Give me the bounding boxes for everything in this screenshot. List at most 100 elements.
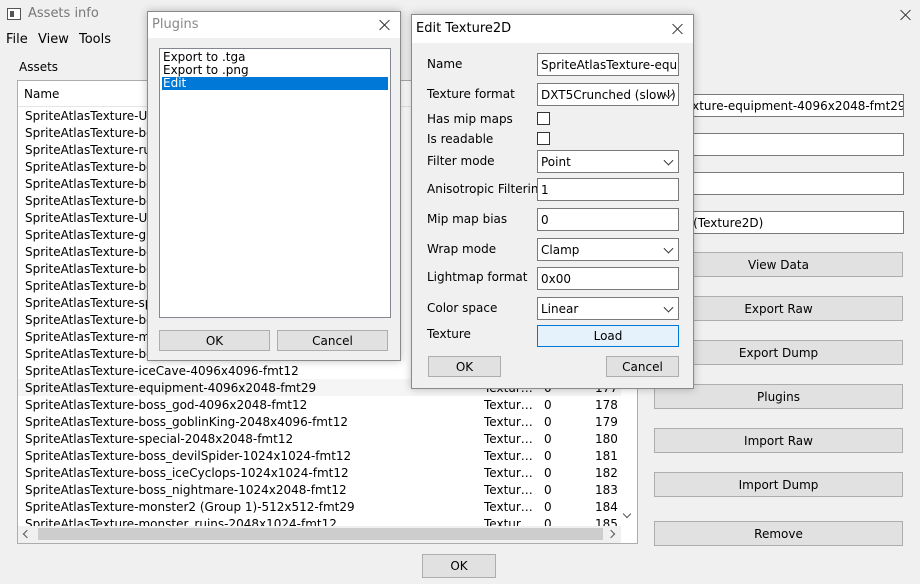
- chevron-down-icon: [663, 243, 674, 254]
- menu-file[interactable]: File: [6, 32, 28, 47]
- assets-label: Assets: [19, 60, 59, 74]
- texture-format-select[interactable]: DXT5Crunched (slow!): [537, 83, 679, 106]
- asset-type-cell: Textur…: [484, 465, 533, 480]
- asset-type-cell: Textur…: [484, 516, 533, 527]
- table-row[interactable]: SpriteAtlasTexture-monster2 (Group 1)-51…: [18, 498, 621, 515]
- asset-pathid-cell: 179: [595, 414, 618, 429]
- load-texture-button[interactable]: Load: [537, 325, 679, 347]
- plugins-dialog-titlebar: Plugins: [148, 12, 400, 38]
- asset-type-cell: Textur…: [484, 482, 533, 497]
- asset-name-cell: SpriteAtlasTexture-iceCave-4096x4096-fmt…: [25, 363, 299, 378]
- asset-name-cell: SpriteAtlasTexture-special-2048x2048-fmt…: [25, 431, 294, 446]
- color-space-select[interactable]: Linear: [537, 297, 679, 320]
- import-raw-button[interactable]: Import Raw: [654, 428, 903, 453]
- asset-type-cell: Textur…: [484, 414, 533, 429]
- asset-pathid-cell: 184: [595, 499, 618, 514]
- color-space-value: Linear: [541, 301, 579, 316]
- asset-pathid-cell: 180: [595, 431, 618, 446]
- asset-name-cell: SpriteAtlasTexture-boss_iceCyclops-1024x…: [25, 465, 349, 480]
- lightmap-format-label: Lightmap format: [427, 270, 528, 284]
- mip-map-bias-input[interactable]: 0: [537, 208, 679, 231]
- column-header-name[interactable]: Name: [24, 87, 59, 101]
- scroll-down-icon[interactable]: [622, 509, 632, 520]
- app-icon: [7, 8, 21, 20]
- edit-dialog-title: Edit Texture2D: [416, 21, 512, 36]
- filter-mode-value: Point: [541, 154, 571, 169]
- plugins-list[interactable]: Export to .tga Export to .png Edit: [159, 48, 391, 318]
- horizontal-scrollbar[interactable]: [18, 526, 621, 543]
- scroll-right-icon[interactable]: [606, 529, 616, 539]
- table-row[interactable]: SpriteAtlasTexture-boss_devilSpider-1024…: [18, 447, 621, 464]
- remove-button[interactable]: Remove: [654, 521, 903, 546]
- plugins-dialog-title: Plugins: [152, 17, 199, 32]
- main-ok-button[interactable]: OK: [422, 554, 496, 578]
- asset-file-cell: 0: [544, 465, 552, 480]
- asset-type-cell: Textur…: [484, 499, 533, 514]
- asset-type-cell: Textur…: [484, 431, 533, 446]
- window-close-icon[interactable]: [900, 9, 912, 21]
- plugins-cancel-button[interactable]: Cancel: [277, 330, 388, 351]
- table-row[interactable]: SpriteAtlasTexture-boss_goblinKing-2048x…: [18, 413, 621, 430]
- plugins-close-icon[interactable]: [379, 19, 391, 31]
- asset-file-cell: 0: [544, 414, 552, 429]
- asset-name-cell: SpriteAtlasTexture-equipment-4096x2048-f…: [25, 380, 317, 395]
- table-row[interactable]: SpriteAtlasTexture-boss_nightmare-1024x2…: [18, 481, 621, 498]
- table-row[interactable]: SpriteAtlasTexture-special-2048x2048-fmt…: [18, 430, 621, 447]
- plugin-item-label: Export to .tga: [163, 50, 246, 64]
- edit-close-icon[interactable]: [672, 23, 684, 35]
- color-space-label: Color space: [427, 301, 498, 315]
- asset-file-cell: 0: [544, 397, 552, 412]
- menu-view[interactable]: View: [38, 32, 69, 47]
- asset-pathid-cell: 185: [595, 516, 618, 527]
- has-mip-maps-checkbox[interactable]: [537, 112, 550, 125]
- anisotropic-label: Anisotropic Filtering: [427, 182, 547, 196]
- anisotropic-input[interactable]: 1: [537, 178, 679, 201]
- filter-mode-label: Filter mode: [427, 154, 495, 168]
- edit-cancel-button[interactable]: Cancel: [606, 356, 679, 377]
- plugin-item-selected[interactable]: Edit: [162, 76, 388, 90]
- asset-pathid-cell: 183: [595, 482, 618, 497]
- table-row[interactable]: SpriteAtlasTexture-boss_iceCyclops-1024x…: [18, 464, 621, 481]
- plugin-item-label: Export to .png: [163, 63, 249, 77]
- edit-ok-button[interactable]: OK: [428, 356, 501, 377]
- asset-pathid-cell: 182: [595, 465, 618, 480]
- asset-file-cell: 0: [544, 431, 552, 446]
- wrap-mode-value: Clamp: [541, 242, 580, 257]
- plugins-ok-button[interactable]: OK: [159, 330, 270, 351]
- window-title: Assets info: [28, 6, 99, 21]
- wrap-mode-label: Wrap mode: [427, 242, 497, 256]
- name-label: Name: [427, 57, 463, 71]
- chevron-down-icon: [663, 155, 674, 166]
- scrollbar-thumb[interactable]: [38, 528, 603, 540]
- edit-texture-dialog: Edit Texture2D Name SpriteAtlasTexture-e…: [411, 14, 694, 389]
- plugin-item[interactable]: Export to .png: [162, 63, 388, 77]
- is-readable-checkbox[interactable]: [537, 132, 550, 145]
- asset-file-cell: 0: [544, 448, 552, 463]
- asset-name-cell: SpriteAtlasTexture-monster2 (Group 1)-51…: [25, 499, 355, 514]
- wrap-mode-select[interactable]: Clamp: [537, 238, 679, 261]
- texture-format-label: Texture format: [427, 87, 515, 101]
- asset-type-cell: Textur…: [484, 448, 533, 463]
- mip-map-bias-label: Mip map bias: [427, 212, 508, 226]
- asset-file-cell: 0: [544, 499, 552, 514]
- chevron-down-icon: [663, 302, 674, 313]
- filter-mode-select[interactable]: Point: [537, 150, 679, 173]
- plugins-dialog: Plugins Export to .tga Export to .png Ed…: [147, 11, 401, 361]
- texture-name-input[interactable]: SpriteAtlasTexture-equipment-4096x2048-f…: [537, 53, 679, 76]
- lightmap-format-input[interactable]: 0x00: [537, 267, 679, 290]
- scroll-left-icon[interactable]: [22, 529, 32, 539]
- table-row[interactable]: SpriteAtlasTexture-boss_god-4096x2048-fm…: [18, 396, 621, 413]
- texture-label: Texture: [427, 327, 471, 341]
- has-mip-maps-label: Has mip maps: [427, 112, 513, 126]
- plugin-item-label: Edit: [163, 76, 187, 90]
- import-dump-button[interactable]: Import Dump: [654, 472, 903, 497]
- asset-name-cell: SpriteAtlasTexture-monster_ruins-2048x10…: [25, 516, 337, 527]
- asset-name-cell: SpriteAtlasTexture-boss_goblinKing-2048x…: [25, 414, 348, 429]
- asset-pathid-cell: 181: [595, 448, 618, 463]
- edit-dialog-titlebar: Edit Texture2D: [412, 15, 693, 43]
- table-row[interactable]: SpriteAtlasTexture-monster_ruins-2048x10…: [18, 515, 621, 527]
- asset-pathid-cell: 178: [595, 397, 618, 412]
- menu-tools[interactable]: Tools: [79, 32, 111, 47]
- asset-name-cell: SpriteAtlasTexture-boss_devilSpider-1024…: [25, 448, 352, 463]
- asset-file-cell: 0: [544, 482, 552, 497]
